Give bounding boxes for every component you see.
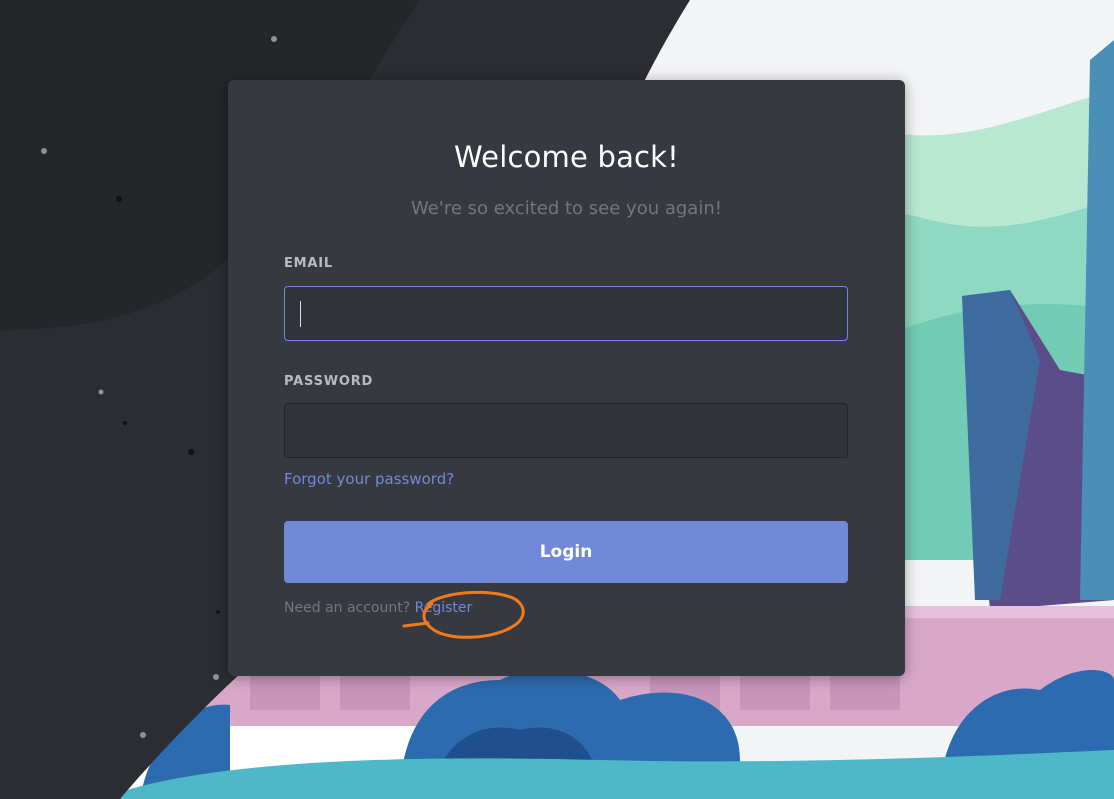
login-button[interactable]: Login	[284, 521, 848, 583]
login-page: Welcome back! We're so excited to see yo…	[0, 0, 1114, 799]
email-field[interactable]	[284, 286, 848, 341]
need-account-text: Need an account?	[284, 600, 411, 616]
login-card: Welcome back! We're so excited to see yo…	[228, 80, 905, 676]
welcome-title: Welcome back!	[453, 140, 679, 174]
email-label: EMAIL	[284, 256, 333, 271]
text-caret	[300, 301, 301, 327]
password-label: PASSWORD	[284, 374, 374, 389]
register-prompt: Need an account? Register	[284, 600, 472, 616]
password-field[interactable]	[284, 403, 848, 458]
welcome-subtitle: We're so excited to see you again!	[411, 198, 722, 219]
forgot-password-link[interactable]: Forgot your password?	[284, 470, 454, 488]
register-link[interactable]: Register	[415, 600, 473, 616]
